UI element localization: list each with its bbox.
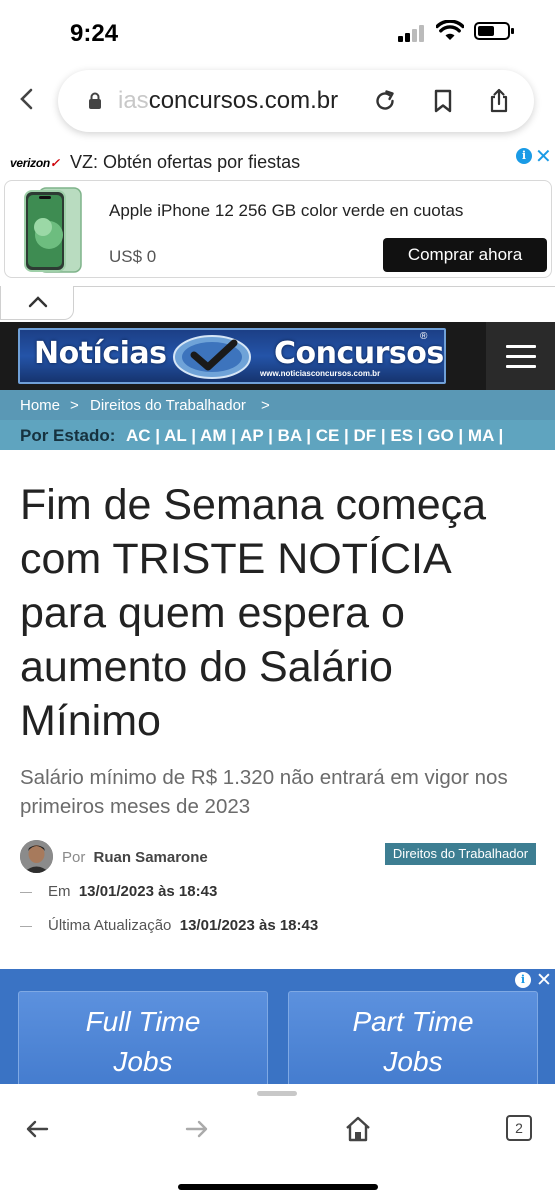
breadcrumb-home[interactable]: Home bbox=[20, 397, 60, 414]
adchoices-icon[interactable]: i bbox=[515, 972, 531, 988]
top-advertisement[interactable]: verizon✓ VZ: Obtén ofertas por fiestas i… bbox=[0, 140, 555, 285]
article-subtitle: Salário mínimo de R$ 1.320 não entrará e… bbox=[20, 766, 508, 818]
battery-icon bbox=[474, 22, 514, 40]
breadcrumb-separator: > bbox=[70, 397, 79, 414]
bottom-advertisement[interactable]: Full Time Jobs Part Time Jobs i ✕ bbox=[0, 969, 555, 1084]
status-time: 9:24 bbox=[70, 20, 119, 47]
article-title: Fim de Semana começa com TRISTE NOTÍCIA … bbox=[20, 481, 487, 745]
cellular-signal-icon bbox=[398, 24, 426, 42]
site-header: Notícias Concursos ® www.noticiasconcurs… bbox=[0, 322, 555, 390]
breadcrumb-category[interactable]: Direitos do Trabalhador bbox=[90, 397, 246, 414]
breadcrumb: Home > Direitos do Trabalhador > bbox=[0, 390, 555, 420]
site-logo[interactable]: Notícias Concursos ® www.noticiasconcurs… bbox=[18, 328, 446, 384]
author-byline: Por Ruan Samarone bbox=[62, 849, 208, 866]
updated-date: Última Atualização 13/01/2023 às 18:43 bbox=[20, 917, 318, 934]
state-links[interactable]: AC | AL | AM | AP | BA | CE | DF | ES | … bbox=[126, 426, 503, 446]
category-badge[interactable]: Direitos do Trabalhador bbox=[385, 843, 536, 865]
full-time-jobs-button[interactable]: Full Time Jobs bbox=[18, 991, 268, 1084]
divider bbox=[74, 286, 555, 287]
sheet-grabber[interactable] bbox=[257, 1091, 297, 1096]
buy-now-button[interactable]: Comprar ahora bbox=[383, 238, 547, 272]
browser-address-row: iasconcursos.com.br bbox=[0, 64, 555, 138]
bookmark-icon[interactable] bbox=[430, 88, 456, 114]
lock-icon bbox=[89, 92, 101, 109]
ad-product-card[interactable]: Apple iPhone 12 256 GB color verde en cu… bbox=[4, 180, 552, 278]
forward-arrow-icon[interactable] bbox=[182, 1114, 212, 1144]
author-name[interactable]: Ruan Samarone bbox=[94, 849, 208, 866]
hamburger-menu-button[interactable] bbox=[486, 322, 555, 390]
status-bar: 9:24 bbox=[0, 0, 555, 64]
collapse-ad-button[interactable] bbox=[0, 286, 74, 320]
back-chevron-icon[interactable] bbox=[14, 84, 40, 114]
home-icon[interactable] bbox=[343, 1114, 373, 1144]
adchoices-icon[interactable]: i bbox=[516, 148, 532, 164]
state-filter-bar: Por Estado: AC | AL | AM | AP | BA | CE … bbox=[0, 420, 555, 450]
address-bar[interactable]: iasconcursos.com.br bbox=[58, 70, 534, 132]
browser-toolbar: 2 bbox=[0, 1084, 555, 1200]
ad-headline: VZ: Obtén ofertas por fiestas bbox=[70, 152, 301, 172]
ad-close-icon[interactable]: ✕ bbox=[535, 144, 552, 169]
part-time-jobs-button[interactable]: Part Time Jobs bbox=[288, 991, 538, 1084]
url-text[interactable]: iasconcursos.com.br bbox=[118, 87, 338, 115]
iphone-product-image bbox=[24, 187, 82, 273]
state-filter-label: Por Estado: bbox=[20, 426, 116, 445]
wifi-icon bbox=[436, 20, 464, 40]
verizon-logo: verizon✓ bbox=[10, 156, 60, 170]
ad-product-title: Apple iPhone 12 256 GB color verde en cu… bbox=[109, 201, 464, 220]
tab-switcher-button[interactable]: 2 bbox=[506, 1115, 532, 1141]
checkmark-emblem-icon bbox=[173, 335, 251, 379]
ad-product-price: US$ 0 bbox=[109, 247, 157, 266]
chevron-up-icon bbox=[28, 296, 48, 308]
reload-icon[interactable] bbox=[372, 88, 398, 114]
ad-close-icon[interactable]: ✕ bbox=[536, 969, 552, 992]
published-date: Em 13/01/2023 às 18:43 bbox=[20, 883, 217, 900]
share-icon[interactable] bbox=[486, 88, 512, 114]
home-indicator bbox=[178, 1184, 378, 1190]
breadcrumb-separator: > bbox=[261, 397, 270, 414]
avatar[interactable] bbox=[20, 840, 53, 873]
back-arrow-icon[interactable] bbox=[22, 1114, 52, 1144]
